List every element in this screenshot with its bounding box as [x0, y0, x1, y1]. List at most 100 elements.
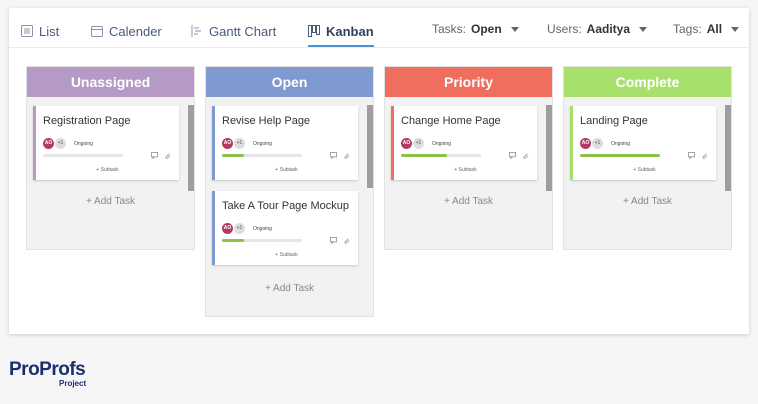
more-assignees[interactable]: +1 — [234, 138, 245, 149]
column-open: Open Revise Help Page AO +1 Ongoing + Su… — [205, 66, 374, 317]
task-card[interactable]: Registration Page AO +1 Ongoing + Subtas… — [33, 106, 179, 180]
tags-filter-label: Tags: — [673, 22, 702, 36]
tab-calendar[interactable]: Calender — [91, 21, 162, 41]
comment-icon[interactable] — [151, 152, 158, 159]
avatar[interactable]: AO — [222, 223, 233, 234]
card-icons — [330, 237, 350, 244]
attachment-icon[interactable] — [164, 152, 171, 159]
comment-icon[interactable] — [509, 152, 516, 159]
add-subtask-button[interactable]: + Subtask — [573, 167, 716, 173]
attachment-icon[interactable] — [522, 152, 529, 159]
progress-bar — [43, 154, 123, 157]
tab-gantt[interactable]: Gantt Chart — [191, 21, 276, 41]
column-unassigned: Unassigned Registration Page AO +1 Ongoi… — [26, 66, 195, 250]
progress-fill — [580, 154, 660, 157]
column-header: Open — [206, 67, 373, 97]
task-card[interactable]: Landing Page AO +1 Ongoing + Subtask — [570, 106, 716, 180]
attachment-icon[interactable] — [343, 152, 350, 159]
column-header: Unassigned — [27, 67, 194, 97]
brand-product: Project — [59, 379, 87, 388]
add-subtask-button[interactable]: + Subtask — [215, 252, 358, 258]
task-meta: AO +1 Ongoing — [43, 138, 93, 149]
tab-list[interactable]: List — [21, 21, 59, 41]
add-task-button[interactable]: + Add Task — [385, 196, 552, 207]
column-scrollbar[interactable] — [725, 105, 731, 191]
task-meta: AO +1 Ongoing — [222, 223, 272, 234]
add-task-button[interactable]: + Add Task — [206, 283, 373, 294]
status-text: Ongoing — [253, 225, 272, 232]
progress-fill — [401, 154, 448, 157]
users-filter-label: Users: — [547, 22, 582, 36]
status-text: Ongoing — [74, 140, 93, 147]
avatar[interactable]: AO — [580, 138, 591, 149]
users-filter-value: Aaditya — [586, 22, 631, 36]
attachment-icon[interactable] — [343, 237, 350, 244]
progress-bar — [580, 154, 660, 157]
chevron-down-icon — [731, 26, 740, 32]
kanban-panel: List Calender Gantt Chart Kanban Tasks: … — [9, 8, 749, 334]
tasks-filter-value: Open — [471, 22, 502, 36]
card-icons — [509, 152, 529, 159]
proprofs-logo: ProProfs Project — [9, 359, 86, 388]
task-card[interactable]: Change Home Page AO +1 Ongoing + Subtask — [391, 106, 537, 180]
progress-bar — [222, 239, 302, 242]
more-assignees[interactable]: +1 — [234, 223, 245, 234]
tasks-filter[interactable]: Tasks: Open — [432, 22, 519, 36]
attachment-icon[interactable] — [701, 152, 708, 159]
status-text: Ongoing — [253, 140, 272, 147]
tab-kanban-label: Kanban — [326, 23, 374, 39]
add-task-button[interactable]: + Add Task — [564, 196, 731, 207]
task-card[interactable]: Revise Help Page AO +1 Ongoing + Subtask — [212, 106, 358, 180]
tab-calendar-label: Calender — [109, 23, 162, 39]
progress-bar — [222, 154, 302, 157]
avatar[interactable]: AO — [401, 138, 412, 149]
progress-fill — [222, 239, 244, 242]
status-text: Ongoing — [432, 140, 451, 147]
column-header: Complete — [564, 67, 731, 97]
add-subtask-button[interactable]: + Subtask — [36, 167, 179, 173]
comment-icon[interactable] — [330, 152, 337, 159]
task-meta: AO +1 Ongoing — [580, 138, 630, 149]
users-filter[interactable]: Users: Aaditya — [547, 22, 648, 36]
avatar[interactable]: AO — [222, 138, 233, 149]
tab-list-label: List — [39, 23, 60, 39]
status-text: Ongoing — [611, 140, 630, 147]
card-icons — [330, 152, 350, 159]
comment-icon[interactable] — [330, 237, 337, 244]
comment-icon[interactable] — [688, 152, 695, 159]
task-meta: AO +1 Ongoing — [222, 138, 272, 149]
add-task-button[interactable]: + Add Task — [27, 196, 194, 207]
calendar-icon — [91, 26, 103, 37]
card-icons — [151, 152, 171, 159]
task-meta: AO +1 Ongoing — [401, 138, 451, 149]
brand-name: ProProfs — [9, 359, 86, 380]
column-scrollbar[interactable] — [188, 105, 194, 191]
tab-gantt-label: Gantt Chart — [209, 23, 277, 39]
column-complete: Complete Landing Page AO +1 Ongoing + Su… — [563, 66, 732, 250]
progress-fill — [222, 154, 244, 157]
tab-kanban[interactable]: Kanban — [308, 21, 374, 47]
chevron-down-icon — [639, 26, 648, 32]
task-title: Change Home Page — [401, 115, 501, 127]
more-assignees[interactable]: +1 — [413, 138, 424, 149]
column-scrollbar[interactable] — [546, 105, 552, 191]
column-scrollbar[interactable] — [367, 105, 373, 188]
avatar[interactable]: AO — [43, 138, 54, 149]
column-priority: Priority Change Home Page AO +1 Ongoing … — [384, 66, 553, 250]
task-card[interactable]: Take A Tour Page Mockup AO +1 Ongoing + … — [212, 191, 358, 265]
task-title: Revise Help Page — [222, 115, 311, 127]
tasks-filter-label: Tasks: — [432, 22, 467, 36]
gantt-icon — [191, 25, 201, 37]
column-header: Priority — [385, 67, 552, 97]
more-assignees[interactable]: +1 — [592, 138, 603, 149]
tags-filter[interactable]: Tags: All — [673, 22, 740, 36]
task-title: Registration Page — [43, 115, 131, 127]
view-toolbar: List Calender Gantt Chart Kanban Tasks: … — [9, 8, 749, 48]
card-icons — [688, 152, 708, 159]
more-assignees[interactable]: +1 — [55, 138, 66, 149]
kanban-icon — [308, 25, 320, 37]
add-subtask-button[interactable]: + Subtask — [394, 167, 537, 173]
task-title: Take A Tour Page Mockup — [222, 200, 349, 212]
add-subtask-button[interactable]: + Subtask — [215, 167, 358, 173]
tags-filter-value: All — [706, 22, 723, 36]
